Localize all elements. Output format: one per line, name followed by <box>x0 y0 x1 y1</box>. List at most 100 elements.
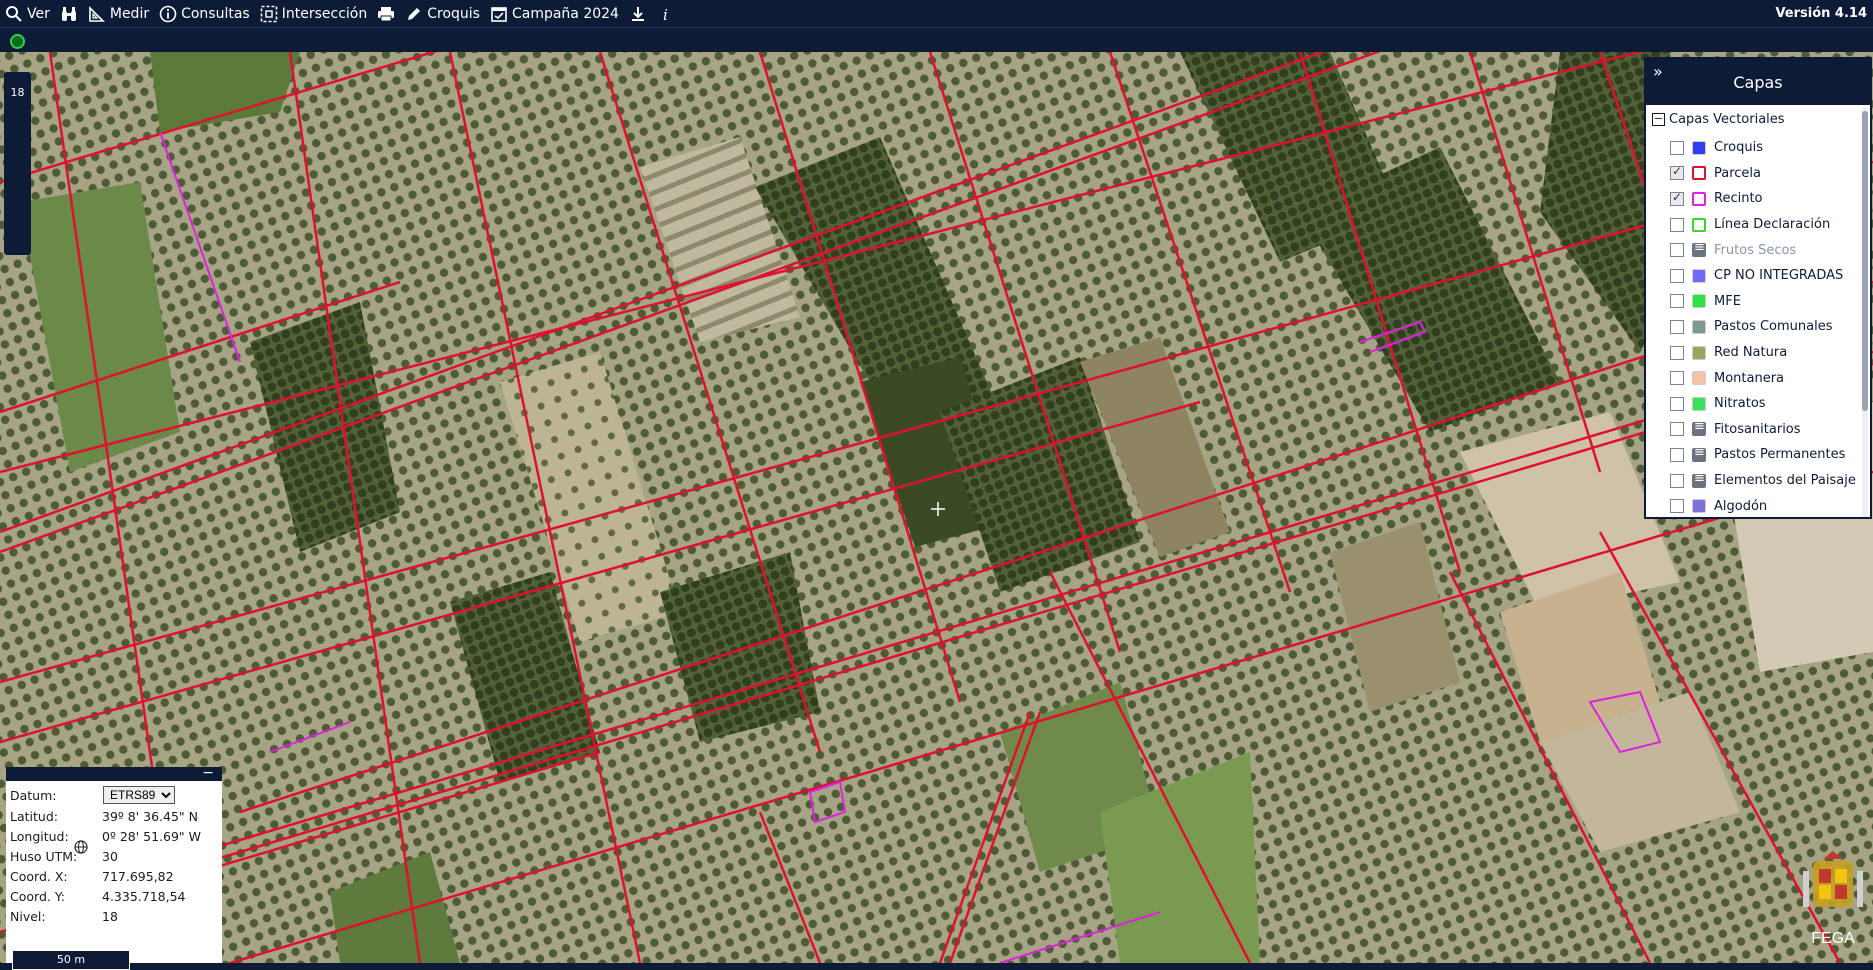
campana-button[interactable]: Campaña 2024 <box>485 0 624 27</box>
layer-checkbox[interactable] <box>1670 499 1684 514</box>
nivel-value: 18 <box>102 909 118 924</box>
layer-row[interactable]: Línea Declaración <box>1670 212 1860 238</box>
croquis-label: Croquis <box>427 5 480 22</box>
layer-row[interactable]: Pastos Comunales <box>1670 314 1860 340</box>
layer-row[interactable]: Algodón <box>1670 493 1860 519</box>
print-button[interactable] <box>372 0 400 27</box>
layer-label: Croquis <box>1714 140 1763 156</box>
layer-row[interactable]: Red Natura <box>1670 340 1860 366</box>
map-viewer[interactable]: 18 <box>0 52 1873 963</box>
binoculars-button[interactable] <box>55 0 83 27</box>
layer-label: Elementos del Paisaje <box>1714 473 1856 489</box>
layer-row[interactable]: Recinto <box>1670 186 1860 212</box>
layer-checkbox[interactable] <box>1670 319 1684 334</box>
layer-row[interactable]: Croquis <box>1670 135 1860 161</box>
coordinates-panel: − Datum: ETRS89 Latitud: 39º 8' 36.45" N… <box>6 765 222 970</box>
layer-checkbox[interactable] <box>1670 396 1684 411</box>
layer-row[interactable]: MFE <box>1670 289 1860 315</box>
nivel-label: Nivel: <box>10 909 46 924</box>
layer-row[interactable]: Nitratos <box>1670 391 1860 417</box>
layer-label: Fitosanitarios <box>1714 421 1801 437</box>
layer-checkbox[interactable] <box>1670 243 1684 258</box>
crosshair-icon <box>931 502 945 516</box>
layer-list-icon <box>1692 419 1706 437</box>
fega-label: FEGA <box>1811 930 1855 947</box>
huso-label: Huso UTM: <box>10 849 78 864</box>
minimize-icon[interactable]: − <box>202 765 214 781</box>
layer-label: Red Natura <box>1714 345 1788 361</box>
layer-group-label: Capas Vectoriales <box>1669 112 1785 127</box>
layer-checkbox[interactable] <box>1670 140 1684 155</box>
download-icon <box>631 6 644 21</box>
latitude-value: 39º 8' 36.45" N <box>102 809 198 824</box>
calendar-icon <box>491 6 507 22</box>
coord-y-value: 4.335.718,54 <box>102 889 186 904</box>
layer-label: Recinto <box>1714 191 1763 207</box>
layers-header: » Capas <box>1646 59 1870 105</box>
svg-text:i: i <box>663 6 668 23</box>
interseccion-button[interactable]: Intersección <box>255 0 373 27</box>
layer-row[interactable]: Montanera <box>1670 365 1860 391</box>
layer-checkbox[interactable] <box>1670 371 1684 386</box>
layer-label: Frutos Secos <box>1714 242 1797 258</box>
top-toolbar: Ver Medir Consultas Intersección Croquis… <box>0 0 1873 27</box>
layer-checkbox[interactable] <box>1670 217 1684 232</box>
datum-select[interactable]: ETRS89 <box>103 786 175 804</box>
layer-outline-swatch <box>1692 217 1706 232</box>
download-button[interactable] <box>624 0 652 27</box>
intersection-icon <box>260 5 278 22</box>
layer-checkbox[interactable] <box>1670 294 1684 309</box>
layers-panel: » Capas − Capas Vectoriales Croquis Parce… <box>1644 57 1872 519</box>
layer-row[interactable]: Parcela <box>1670 161 1860 187</box>
layer-checkbox[interactable] <box>1670 422 1684 437</box>
pencil-icon <box>408 7 421 20</box>
layer-label: Parcela <box>1714 165 1762 181</box>
layer-row[interactable]: Frutos Secos <box>1670 237 1860 263</box>
layer-label: Montanera <box>1714 370 1785 386</box>
binoculars-icon <box>61 6 76 21</box>
layer-label: Nitratos <box>1714 396 1766 412</box>
medir-label: Medir <box>109 5 150 22</box>
layer-group-toggle[interactable]: − Capas Vectoriales <box>1652 112 1785 127</box>
print-icon <box>378 6 395 21</box>
layer-row[interactable]: Fitosanitarios <box>1670 417 1860 443</box>
layer-color-swatch <box>1692 371 1706 386</box>
datum-label: Datum: <box>10 788 57 803</box>
huso-value: 30 <box>102 849 118 864</box>
layers-scrollbar[interactable] <box>1862 107 1868 517</box>
layer-outline-swatch <box>1692 191 1706 206</box>
croquis-button[interactable]: Croquis <box>400 0 485 27</box>
layer-checkbox[interactable] <box>1670 268 1684 283</box>
coord-x-value: 717.695,82 <box>102 869 174 884</box>
layer-checkbox[interactable] <box>1670 190 1684 206</box>
layer-row[interactable]: Pastos Permanentes <box>1670 442 1860 468</box>
layer-color-swatch <box>1692 345 1706 360</box>
scale-bar: 50 m <box>12 950 130 970</box>
layer-checkbox[interactable] <box>1670 447 1684 462</box>
layer-checkbox[interactable] <box>1670 473 1684 488</box>
latitude-row: Latitud: 39º 8' 36.45" N <box>10 809 198 824</box>
layer-row[interactable]: Elementos del Paisaje <box>1670 468 1860 494</box>
layer-checkbox[interactable] <box>1670 164 1684 181</box>
layer-list-icon <box>1692 240 1706 258</box>
coord-y-row: Coord. Y: 4.335.718,54 <box>10 889 186 904</box>
layer-color-swatch <box>1692 396 1706 411</box>
coord-x-label: Coord. X: <box>10 869 68 884</box>
minus-icon: − <box>1652 112 1665 126</box>
ruler-icon <box>89 5 105 22</box>
layer-label: Algodón <box>1714 498 1768 514</box>
layer-label: CP NO INTEGRADAS <box>1714 268 1844 284</box>
layer-checkbox[interactable] <box>1670 345 1684 360</box>
medir-button[interactable]: Medir <box>83 0 154 27</box>
layer-color-swatch <box>1692 268 1706 283</box>
zoom-level-bar[interactable]: 18 <box>4 72 31 255</box>
consultas-label: Consultas <box>181 5 250 22</box>
layer-row[interactable]: CP NO INTEGRADAS <box>1670 263 1860 289</box>
interseccion-label: Intersección <box>281 5 368 22</box>
about-button[interactable]: i <box>652 0 680 27</box>
longitude-label: Longitud: <box>10 829 69 844</box>
ver-button[interactable]: Ver <box>0 0 55 27</box>
huso-row: Huso UTM: 30 <box>10 849 118 864</box>
consultas-button[interactable]: Consultas <box>154 0 255 27</box>
layers-title: Capas <box>1733 73 1783 92</box>
